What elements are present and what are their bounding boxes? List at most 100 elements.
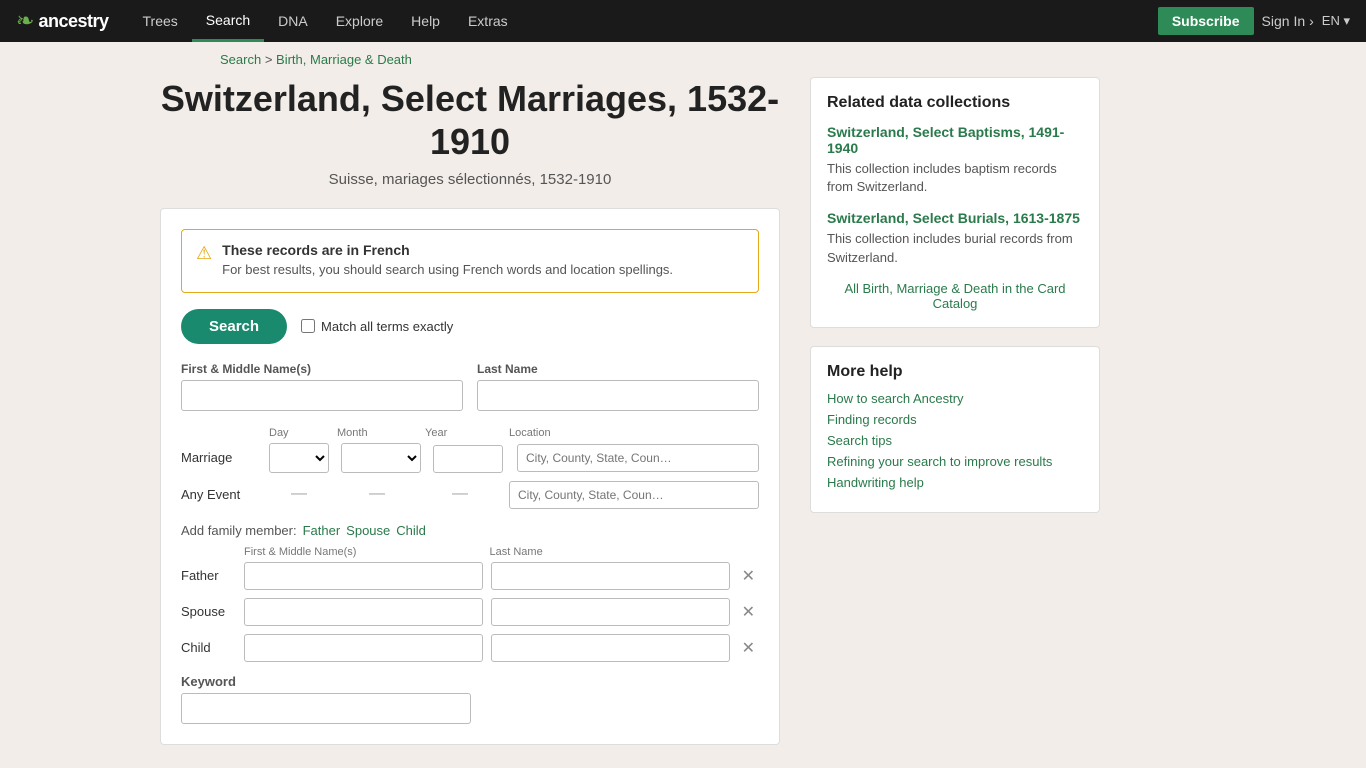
marriage-month-select[interactable] <box>341 443 421 473</box>
father-first-group <box>244 562 483 590</box>
spouse-label: Spouse <box>181 604 236 619</box>
search-form: ⚠ These records are in French For best r… <box>160 208 780 744</box>
main-content: Switzerland, Select Marriages, 1532-1910… <box>0 77 1366 745</box>
marriage-day-select[interactable] <box>269 443 329 473</box>
related-desc-burials: This collection includes burial records … <box>827 230 1083 266</box>
keyword-label: Keyword <box>181 674 759 689</box>
logo-text: ancestry <box>38 11 108 32</box>
nav-item-trees[interactable]: Trees <box>129 0 192 42</box>
spouse-last-group <box>491 598 730 626</box>
notice-content: These records are in French For best res… <box>222 242 673 279</box>
search-row: Search Match all terms exactly <box>181 309 759 344</box>
related-collections-box: Related data collections Switzerland, Se… <box>810 77 1100 328</box>
nav-items: Trees Search DNA Explore Help Extras <box>129 0 1158 42</box>
add-child-link[interactable]: Child <box>396 523 426 538</box>
year-header: Year <box>425 427 495 439</box>
breadcrumb-current-link[interactable]: Birth, Marriage & Death <box>276 52 412 67</box>
marriage-year-input[interactable] <box>433 445 503 473</box>
signin-button[interactable]: Sign In › <box>1262 13 1314 29</box>
child-first-input[interactable] <box>244 634 483 662</box>
logo-leaf-icon: ❧ <box>16 8 34 34</box>
right-panel: Related data collections Switzerland, Se… <box>810 77 1100 745</box>
family-first-header: First & Middle Name(s) <box>244 546 482 558</box>
breadcrumb-search-link[interactable]: Search <box>220 52 261 67</box>
nav-item-dna[interactable]: DNA <box>264 0 322 42</box>
signin-arrow-icon: › <box>1309 13 1314 29</box>
add-father-link[interactable]: Father <box>303 523 341 538</box>
family-section: Add family member: Father Spouse Child F… <box>181 523 759 662</box>
nav-item-search[interactable]: Search <box>192 0 264 42</box>
top-navigation: ❧ ancestry Trees Search DNA Explore Help… <box>0 0 1366 42</box>
child-last-input[interactable] <box>491 634 730 662</box>
nav-item-help[interactable]: Help <box>397 0 454 42</box>
marriage-date-group <box>269 443 503 473</box>
family-name-headers: First & Middle Name(s) Last Name <box>244 546 759 558</box>
help-link-handwriting[interactable]: Handwriting help <box>827 475 1083 490</box>
search-button[interactable]: Search <box>181 309 287 344</box>
language-button[interactable]: EN ▾ <box>1322 13 1350 29</box>
breadcrumb-separator: > <box>265 52 276 67</box>
father-remove-button[interactable]: ✕ <box>738 564 759 588</box>
match-checkbox[interactable] <box>301 319 315 333</box>
nav-item-extras[interactable]: Extras <box>454 0 522 42</box>
notice-text: For best results, you should search usin… <box>222 261 673 279</box>
related-title: Related data collections <box>827 94 1083 112</box>
help-title: More help <box>827 363 1083 381</box>
notice-title: These records are in French <box>222 242 673 258</box>
location-header: Location <box>509 427 759 439</box>
nav-item-explore[interactable]: Explore <box>322 0 397 42</box>
father-first-input[interactable] <box>244 562 483 590</box>
keyword-section: Keyword <box>181 674 759 724</box>
date-column-headers: Day Month Year Location <box>269 427 759 439</box>
related-link-baptisms[interactable]: Switzerland, Select Baptisms, 1491-1940 <box>827 124 1083 156</box>
child-first-group <box>244 634 483 662</box>
spouse-first-group <box>244 598 483 626</box>
father-last-group <box>491 562 730 590</box>
help-link-finding-records[interactable]: Finding records <box>827 412 1083 427</box>
help-box: More help How to search Ancestry Finding… <box>810 346 1100 513</box>
father-last-input[interactable] <box>491 562 730 590</box>
subscribe-button[interactable]: Subscribe <box>1158 7 1254 35</box>
help-link-refining[interactable]: Refining your search to improve results <box>827 454 1083 469</box>
any-event-row: Any Event — — — <box>181 481 759 509</box>
help-link-how-to-search[interactable]: How to search Ancestry <box>827 391 1083 406</box>
card-catalog-link[interactable]: All Birth, Marriage & Death in the Card … <box>827 281 1083 311</box>
related-desc-baptisms: This collection includes baptism records… <box>827 160 1083 196</box>
month-header: Month <box>337 427 417 439</box>
first-name-input[interactable] <box>181 380 463 411</box>
left-panel: Switzerland, Select Marriages, 1532-1910… <box>160 77 780 745</box>
marriage-location-input[interactable] <box>517 444 759 472</box>
child-remove-button[interactable]: ✕ <box>738 636 759 660</box>
father-row: Father ✕ <box>181 562 759 590</box>
spouse-last-input[interactable] <box>491 598 730 626</box>
nav-right: Subscribe Sign In › EN ▾ <box>1158 7 1350 35</box>
marriage-row: Marriage <box>181 443 759 473</box>
keyword-input[interactable] <box>181 693 471 724</box>
last-name-label: Last Name <box>477 362 759 376</box>
name-row: First & Middle Name(s) Last Name <box>181 362 759 411</box>
add-family-label: Add family member: <box>181 523 297 538</box>
last-name-input[interactable] <box>477 380 759 411</box>
last-name-group: Last Name <box>477 362 759 411</box>
related-link-burials[interactable]: Switzerland, Select Burials, 1613-1875 <box>827 210 1083 226</box>
match-label[interactable]: Match all terms exactly <box>301 319 453 334</box>
warning-icon: ⚠ <box>196 243 212 264</box>
page-title: Switzerland, Select Marriages, 1532-1910 <box>160 77 780 163</box>
child-row: Child ✕ <box>181 634 759 662</box>
day-header: Day <box>269 427 329 439</box>
first-name-label: First & Middle Name(s) <box>181 362 463 376</box>
signin-label: Sign In <box>1262 13 1306 29</box>
any-event-day-dash: — <box>269 485 329 503</box>
child-label: Child <box>181 640 236 655</box>
family-header: Add family member: Father Spouse Child <box>181 523 759 538</box>
family-last-header: Last Name <box>490 546 728 558</box>
any-event-label: Any Event <box>181 487 261 502</box>
spouse-first-input[interactable] <box>244 598 483 626</box>
add-spouse-link[interactable]: Spouse <box>346 523 390 538</box>
help-link-search-tips[interactable]: Search tips <box>827 433 1083 448</box>
first-name-group: First & Middle Name(s) <box>181 362 463 411</box>
any-event-month-dash: — <box>337 485 417 503</box>
logo[interactable]: ❧ ancestry <box>16 8 109 34</box>
any-event-location-input[interactable] <box>509 481 759 509</box>
spouse-remove-button[interactable]: ✕ <box>738 600 759 624</box>
